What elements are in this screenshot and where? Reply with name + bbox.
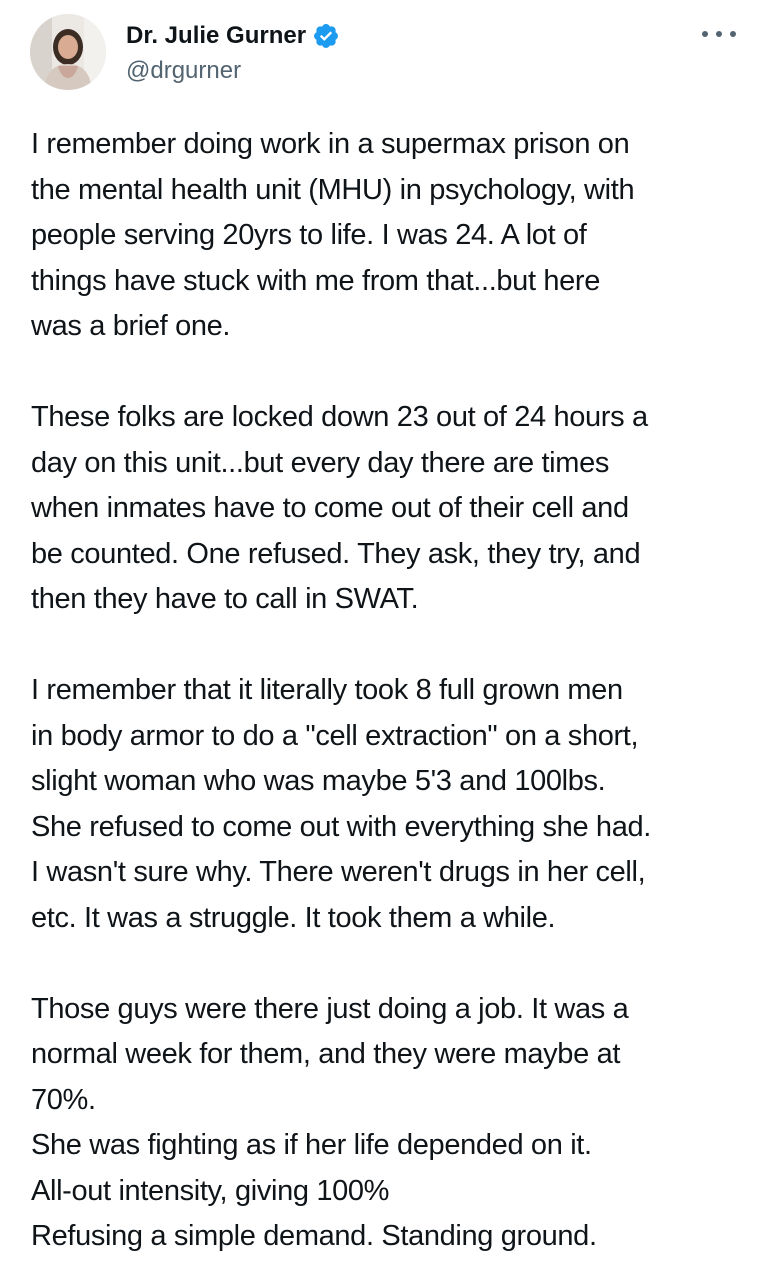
name-row: Dr. Julie Gurner bbox=[126, 18, 340, 54]
tweet-paragraph: These folks are locked down 23 out of 24… bbox=[31, 401, 648, 615]
dot-icon bbox=[702, 31, 708, 37]
handle[interactable]: @drgurner bbox=[126, 54, 241, 88]
display-name[interactable]: Dr. Julie Gurner bbox=[126, 19, 306, 53]
tweet: Dr. Julie Gurner @drgurner I remember do… bbox=[0, 0, 768, 1280]
tweet-paragraph: I remember that it literally took 8 full… bbox=[31, 674, 651, 934]
avatar[interactable] bbox=[30, 14, 106, 90]
dot-icon bbox=[730, 31, 736, 37]
dot-icon bbox=[716, 31, 722, 37]
verified-badge-icon bbox=[312, 22, 340, 50]
tweet-header: Dr. Julie Gurner @drgurner bbox=[30, 14, 738, 94]
more-options-icon[interactable] bbox=[702, 24, 736, 44]
tweet-paragraph: I remember doing work in a supermax pris… bbox=[31, 128, 635, 342]
tweet-text: I remember doing work in a supermax pris… bbox=[31, 122, 743, 1260]
tweet-paragraph: Those guys were there just doing a job. … bbox=[31, 992, 629, 1253]
avatar-image bbox=[30, 14, 106, 90]
